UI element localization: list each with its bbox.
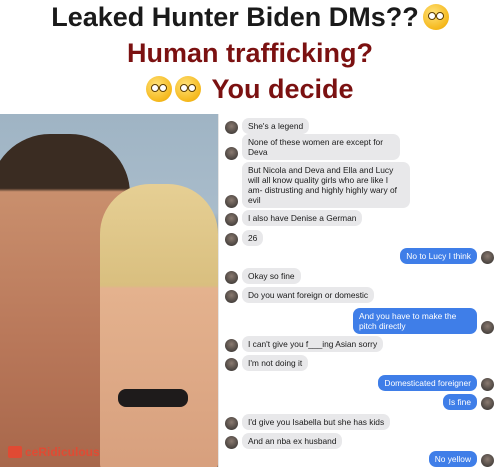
watermark-text: ceRidiculous — [25, 445, 100, 459]
message: And you have to make the pitch directly — [353, 308, 494, 334]
message-bubble: Do you want foreign or domestic — [242, 287, 375, 303]
message-bubble: But Nicola and Deva and Ella and Lucy wi… — [242, 162, 410, 208]
flushed-face-icon — [422, 4, 449, 30]
avatar — [481, 397, 494, 410]
avatar — [225, 339, 238, 352]
headline-text: Leaked Hunter Biden DMs?? — [51, 2, 419, 32]
message: I'm not doing it — [225, 355, 309, 371]
bikini-top — [118, 389, 188, 407]
message-bubble: None of these women are except for Deva — [242, 134, 400, 160]
message: No to Lucy I think — [400, 248, 494, 264]
couple-photo: ceRidiculous — [0, 114, 218, 467]
message: No yellow — [428, 451, 494, 467]
message: Is fine — [442, 394, 494, 410]
avatar — [225, 233, 238, 246]
avatar — [481, 378, 494, 391]
message-bubble: Is fine — [442, 394, 477, 410]
avatar — [225, 417, 238, 430]
subheadline-you-decide: You decide — [0, 74, 500, 105]
message: And an nba ex husband — [225, 433, 343, 449]
avatar — [225, 213, 238, 226]
message-bubble: I can't give you f___ing Asian sorry — [242, 336, 384, 352]
message-bubble: And you have to make the pitch directly — [353, 308, 477, 334]
avatar — [225, 271, 238, 284]
avatar — [225, 147, 238, 160]
watermark: ceRidiculous — [8, 445, 100, 459]
message: She's a legend — [225, 118, 310, 134]
avatar — [225, 358, 238, 371]
message: Domesticated foreigner — [378, 375, 494, 391]
message: But Nicola and Deva and Ella and Lucy wi… — [225, 162, 410, 208]
avatar — [481, 454, 494, 467]
message-bubble: No yellow — [428, 451, 477, 467]
dm-screenshot: She's a legend None of these women are e… — [218, 114, 500, 467]
message-bubble: She's a legend — [242, 118, 310, 134]
message: None of these women are except for Deva — [225, 134, 400, 160]
logo-icon — [8, 446, 22, 458]
message: 26 — [225, 230, 264, 246]
message: Okay so fine — [225, 268, 301, 284]
monocle-face-icon — [175, 76, 202, 102]
message: Do you want foreign or domestic — [225, 287, 375, 303]
avatar — [225, 121, 238, 134]
message-bubble: 26 — [242, 230, 264, 246]
message: I also have Denise a German — [225, 210, 363, 226]
headline: Leaked Hunter Biden DMs?? — [0, 2, 500, 33]
message-bubble: Okay so fine — [242, 268, 301, 284]
message-bubble: I also have Denise a German — [242, 210, 363, 226]
message-bubble: No to Lucy I think — [400, 248, 477, 264]
message-bubble: And an nba ex husband — [242, 433, 343, 449]
avatar — [481, 321, 494, 334]
you-decide-text: You decide — [211, 74, 354, 104]
avatar — [481, 251, 494, 264]
message-bubble: I'm not doing it — [242, 355, 309, 371]
message: I can't give you f___ing Asian sorry — [225, 336, 384, 352]
subheadline-trafficking: Human trafficking? — [126, 38, 374, 68]
avatar — [225, 290, 238, 303]
message: I'd give you Isabella but she has kids — [225, 414, 391, 430]
woman-figure — [100, 184, 218, 467]
message-bubble: I'd give you Isabella but she has kids — [242, 414, 391, 430]
message-bubble: Domesticated foreigner — [378, 375, 477, 391]
thinking-face-icon — [146, 76, 173, 102]
avatar — [225, 195, 238, 208]
avatar — [225, 436, 238, 449]
